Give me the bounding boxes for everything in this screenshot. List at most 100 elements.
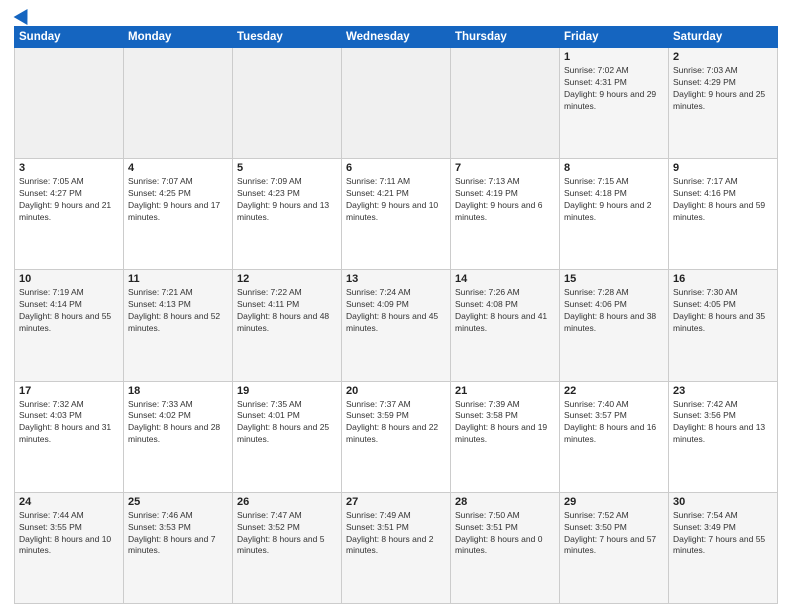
calendar-cell: 29 Sunrise: 7:52 AM Sunset: 3:50 PM Dayli… bbox=[560, 492, 669, 603]
day-number: 6 bbox=[346, 162, 446, 174]
calendar-cell: 12Sunrise: 7:22 AM Sunset: 4:11 PM Dayli… bbox=[233, 270, 342, 381]
calendar-cell: 17 Sunrise: 7:32 AM Sunset: 4:03 PM Dayli… bbox=[15, 381, 124, 492]
calendar-cell: 5 Sunrise: 7:09 AM Sunset: 4:23 PM Daylig… bbox=[233, 159, 342, 270]
day-info: Sunrise: 7:26 AM Sunset: 4:08 PM Dayligh… bbox=[455, 287, 555, 335]
calendar-cell: 25 Sunrise: 7:46 AM Sunset: 3:53 PM Dayli… bbox=[124, 492, 233, 603]
calendar-cell: 22 Sunrise: 7:40 AM Sunset: 3:57 PM Dayli… bbox=[560, 381, 669, 492]
day-number: 5 bbox=[237, 162, 337, 174]
day-info: Sunrise: 7:07 AM Sunset: 4:25 PM Dayligh… bbox=[128, 176, 228, 224]
day-number: 9 bbox=[673, 162, 773, 174]
calendar-week-4: 17 Sunrise: 7:32 AM Sunset: 4:03 PM Dayli… bbox=[15, 381, 778, 492]
day-info: Sunrise: 7:35 AM Sunset: 4:01 PM Dayligh… bbox=[237, 399, 337, 447]
day-number: 25 bbox=[128, 496, 228, 508]
calendar-cell: 1 Sunrise: 7:02 AM Sunset: 4:31 PM Daylig… bbox=[560, 48, 669, 159]
calendar-cell bbox=[342, 48, 451, 159]
day-info: Sunrise: 7:17 AM Sunset: 4:16 PM Dayligh… bbox=[673, 176, 773, 224]
day-info: Sunrise: 7:54 AM Sunset: 3:49 PM Dayligh… bbox=[673, 510, 773, 558]
day-number: 16 bbox=[673, 273, 773, 285]
calendar-cell: 9 Sunrise: 7:17 AM Sunset: 4:16 PM Daylig… bbox=[669, 159, 778, 270]
day-info: Sunrise: 7:42 AM Sunset: 3:56 PM Dayligh… bbox=[673, 399, 773, 447]
calendar-cell bbox=[233, 48, 342, 159]
day-info: Sunrise: 7:40 AM Sunset: 3:57 PM Dayligh… bbox=[564, 399, 664, 447]
day-number: 18 bbox=[128, 385, 228, 397]
day-number: 21 bbox=[455, 385, 555, 397]
calendar-cell: 20Sunrise: 7:37 AM Sunset: 3:59 PM Dayli… bbox=[342, 381, 451, 492]
calendar-week-3: 10 Sunrise: 7:19 AM Sunset: 4:14 PM Dayli… bbox=[15, 270, 778, 381]
calendar-cell: 28Sunrise: 7:50 AM Sunset: 3:51 PM Dayli… bbox=[451, 492, 560, 603]
day-info: Sunrise: 7:22 AM Sunset: 4:11 PM Dayligh… bbox=[237, 287, 337, 335]
calendar-cell: 10 Sunrise: 7:19 AM Sunset: 4:14 PM Dayli… bbox=[15, 270, 124, 381]
calendar-cell bbox=[451, 48, 560, 159]
day-number: 24 bbox=[19, 496, 119, 508]
day-info: Sunrise: 7:32 AM Sunset: 4:03 PM Dayligh… bbox=[19, 399, 119, 447]
day-number: 26 bbox=[237, 496, 337, 508]
calendar-cell: 26 Sunrise: 7:47 AM Sunset: 3:52 PM Dayli… bbox=[233, 492, 342, 603]
col-header-monday: Monday bbox=[124, 27, 233, 48]
day-number: 2 bbox=[673, 51, 773, 63]
day-info: Sunrise: 7:02 AM Sunset: 4:31 PM Dayligh… bbox=[564, 65, 664, 113]
calendar-cell: 30 Sunrise: 7:54 AM Sunset: 3:49 PM Dayli… bbox=[669, 492, 778, 603]
day-info: Sunrise: 7:03 AM Sunset: 4:29 PM Dayligh… bbox=[673, 65, 773, 113]
day-number: 10 bbox=[19, 273, 119, 285]
day-number: 13 bbox=[346, 273, 446, 285]
calendar-cell: 13 Sunrise: 7:24 AM Sunset: 4:09 PM Dayli… bbox=[342, 270, 451, 381]
col-header-saturday: Saturday bbox=[669, 27, 778, 48]
day-number: 17 bbox=[19, 385, 119, 397]
day-number: 22 bbox=[564, 385, 664, 397]
calendar-cell: 2 Sunrise: 7:03 AM Sunset: 4:29 PM Daylig… bbox=[669, 48, 778, 159]
col-header-friday: Friday bbox=[560, 27, 669, 48]
calendar-cell: 8Sunrise: 7:15 AM Sunset: 4:18 PM Daylig… bbox=[560, 159, 669, 270]
calendar-cell: 6Sunrise: 7:11 AM Sunset: 4:21 PM Daylig… bbox=[342, 159, 451, 270]
col-header-wednesday: Wednesday bbox=[342, 27, 451, 48]
day-info: Sunrise: 7:44 AM Sunset: 3:55 PM Dayligh… bbox=[19, 510, 119, 558]
calendar-week-2: 3Sunrise: 7:05 AM Sunset: 4:27 PM Daylig… bbox=[15, 159, 778, 270]
day-info: Sunrise: 7:46 AM Sunset: 3:53 PM Dayligh… bbox=[128, 510, 228, 558]
day-number: 29 bbox=[564, 496, 664, 508]
day-info: Sunrise: 7:21 AM Sunset: 4:13 PM Dayligh… bbox=[128, 287, 228, 335]
calendar-week-1: 1 Sunrise: 7:02 AM Sunset: 4:31 PM Daylig… bbox=[15, 48, 778, 159]
day-info: Sunrise: 7:47 AM Sunset: 3:52 PM Dayligh… bbox=[237, 510, 337, 558]
calendar-cell: 21 Sunrise: 7:39 AM Sunset: 3:58 PM Dayli… bbox=[451, 381, 560, 492]
header bbox=[14, 10, 778, 22]
logo-triangle-icon bbox=[14, 5, 35, 25]
day-number: 11 bbox=[128, 273, 228, 285]
day-number: 3 bbox=[19, 162, 119, 174]
calendar-cell: 14 Sunrise: 7:26 AM Sunset: 4:08 PM Dayli… bbox=[451, 270, 560, 381]
calendar-cell: 19 Sunrise: 7:35 AM Sunset: 4:01 PM Dayli… bbox=[233, 381, 342, 492]
calendar-cell: 16 Sunrise: 7:30 AM Sunset: 4:05 PM Dayli… bbox=[669, 270, 778, 381]
day-info: Sunrise: 7:13 AM Sunset: 4:19 PM Dayligh… bbox=[455, 176, 555, 224]
day-info: Sunrise: 7:52 AM Sunset: 3:50 PM Dayligh… bbox=[564, 510, 664, 558]
day-info: Sunrise: 7:33 AM Sunset: 4:02 PM Dayligh… bbox=[128, 399, 228, 447]
day-number: 4 bbox=[128, 162, 228, 174]
calendar-cell bbox=[15, 48, 124, 159]
page: SundayMondayTuesdayWednesdayThursdayFrid… bbox=[0, 0, 792, 612]
day-info: Sunrise: 7:28 AM Sunset: 4:06 PM Dayligh… bbox=[564, 287, 664, 335]
day-info: Sunrise: 7:30 AM Sunset: 4:05 PM Dayligh… bbox=[673, 287, 773, 335]
col-header-sunday: Sunday bbox=[15, 27, 124, 48]
day-number: 27 bbox=[346, 496, 446, 508]
day-info: Sunrise: 7:24 AM Sunset: 4:09 PM Dayligh… bbox=[346, 287, 446, 335]
calendar-cell: 23Sunrise: 7:42 AM Sunset: 3:56 PM Dayli… bbox=[669, 381, 778, 492]
calendar-cell: 24 Sunrise: 7:44 AM Sunset: 3:55 PM Dayli… bbox=[15, 492, 124, 603]
calendar-cell: 3Sunrise: 7:05 AM Sunset: 4:27 PM Daylig… bbox=[15, 159, 124, 270]
day-number: 15 bbox=[564, 273, 664, 285]
day-info: Sunrise: 7:37 AM Sunset: 3:59 PM Dayligh… bbox=[346, 399, 446, 447]
day-number: 30 bbox=[673, 496, 773, 508]
day-number: 1 bbox=[564, 51, 664, 63]
day-number: 7 bbox=[455, 162, 555, 174]
day-number: 19 bbox=[237, 385, 337, 397]
logo bbox=[14, 10, 32, 22]
calendar-cell bbox=[124, 48, 233, 159]
day-number: 8 bbox=[564, 162, 664, 174]
day-info: Sunrise: 7:09 AM Sunset: 4:23 PM Dayligh… bbox=[237, 176, 337, 224]
day-info: Sunrise: 7:19 AM Sunset: 4:14 PM Dayligh… bbox=[19, 287, 119, 335]
col-header-tuesday: Tuesday bbox=[233, 27, 342, 48]
day-number: 14 bbox=[455, 273, 555, 285]
calendar-table: SundayMondayTuesdayWednesdayThursdayFrid… bbox=[14, 26, 778, 604]
day-info: Sunrise: 7:49 AM Sunset: 3:51 PM Dayligh… bbox=[346, 510, 446, 558]
day-number: 28 bbox=[455, 496, 555, 508]
calendar-cell: 11 Sunrise: 7:21 AM Sunset: 4:13 PM Dayli… bbox=[124, 270, 233, 381]
calendar-cell: 18 Sunrise: 7:33 AM Sunset: 4:02 PM Dayli… bbox=[124, 381, 233, 492]
day-info: Sunrise: 7:39 AM Sunset: 3:58 PM Dayligh… bbox=[455, 399, 555, 447]
calendar-header-row: SundayMondayTuesdayWednesdayThursdayFrid… bbox=[15, 27, 778, 48]
